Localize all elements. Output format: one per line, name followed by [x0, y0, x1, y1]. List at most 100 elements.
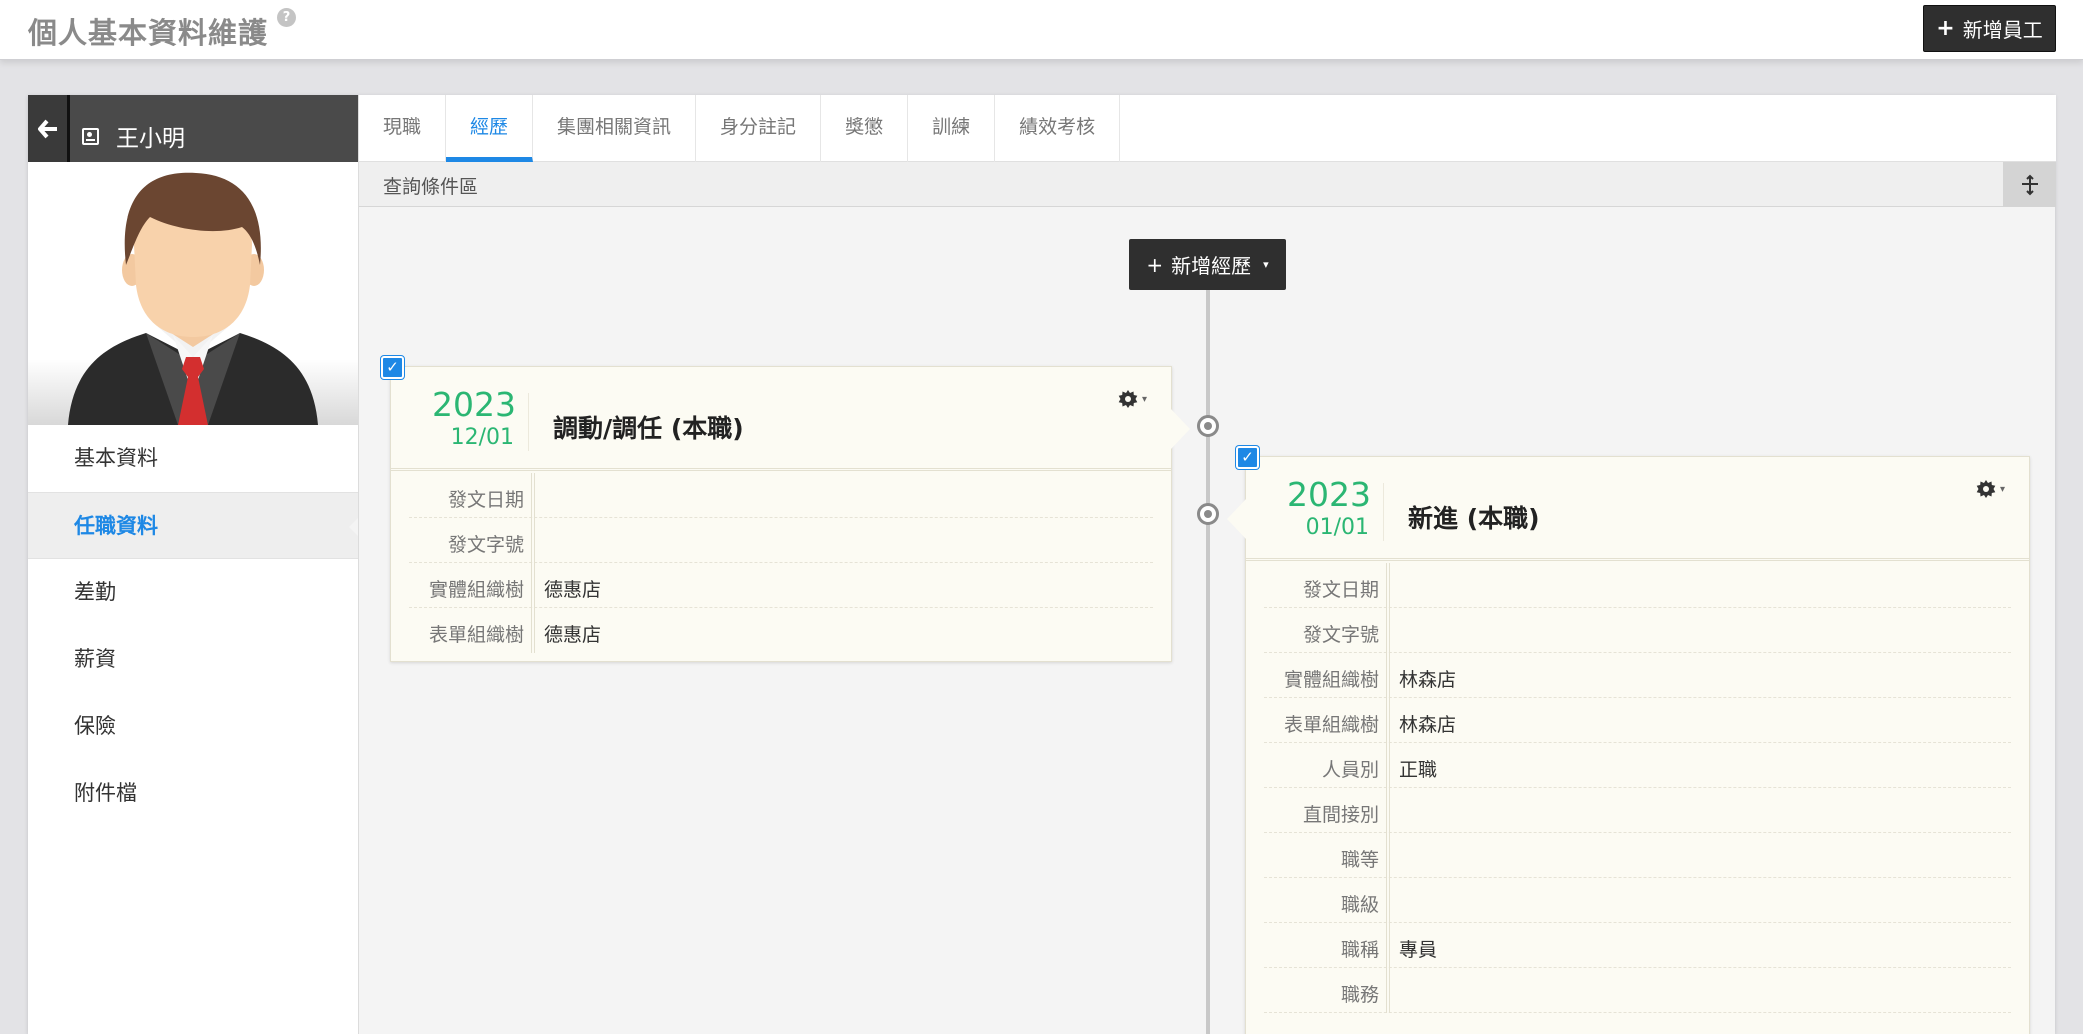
sidebar-item-attachments[interactable]: 附件檔: [28, 760, 358, 827]
field-value: 正職: [1399, 759, 1438, 781]
field-label: 人員別: [1321, 759, 1379, 781]
field-row: 發文日期: [409, 473, 1153, 518]
field-label: 實體組織樹: [428, 579, 524, 601]
field-separator: [1386, 968, 1390, 1013]
tab-rewards-penalties[interactable]: 獎懲: [821, 95, 909, 162]
top-header: 個人基本資料維護 ? + 新增員工: [0, 0, 2083, 60]
field-label: 表單組織樹: [428, 624, 524, 646]
field-row: 表單組織樹 德惠店: [409, 608, 1153, 653]
add-employee-button[interactable]: + 新增員工: [1923, 5, 2056, 52]
sidebar-item-basic-info[interactable]: 基本資料: [28, 425, 358, 492]
tab-current-position[interactable]: 現職: [359, 95, 447, 162]
field-label: 職稱: [1340, 939, 1379, 961]
card-date: 01/01: [1305, 515, 1369, 540]
field-row: 職等: [1264, 833, 2011, 878]
card-title: 新進 (本職): [1408, 504, 1540, 533]
field-label: 發文日期: [1302, 579, 1379, 601]
gear-icon: [1118, 390, 1138, 408]
field-label: 表單組織樹: [1283, 714, 1379, 736]
field-label: 實體組織樹: [1283, 669, 1379, 691]
employee-header: 王小明: [28, 95, 358, 162]
field-value: 林森店: [1399, 714, 1457, 736]
card-fields: 發文日期 發文字號 實體組織樹 德惠店 表單組織樹 德惠店: [409, 473, 1153, 653]
add-history-label: 新增經歷: [1171, 254, 1252, 278]
field-value: 德惠店: [544, 579, 602, 601]
timeline-dot: [1197, 415, 1219, 437]
field-row: 發文字號: [409, 518, 1153, 563]
expand-icon: [2021, 174, 2038, 195]
history-card: ✓ 2023 01/01 新進 (本職) ▾ 發文日期 發文字號 實體組織樹 林…: [1227, 446, 2030, 1034]
field-row: 職級: [1264, 878, 2011, 923]
caret-down-icon: ▾: [1263, 258, 1269, 271]
person-avatar-illustration: [68, 172, 318, 425]
field-row: 發文日期: [1264, 563, 2011, 608]
tab-group-info[interactable]: 集團相關資訊: [533, 95, 697, 162]
field-value: 德惠店: [544, 624, 602, 646]
help-icon[interactable]: ?: [277, 8, 296, 27]
field-row: 表單組織樹 林森店: [1264, 698, 2011, 743]
field-row: 實體組織樹 德惠店: [409, 563, 1153, 608]
add-history-button[interactable]: + 新增經歷 ▾: [1129, 239, 1286, 290]
field-separator: [1386, 878, 1390, 923]
expand-button[interactable]: [2003, 162, 2056, 207]
plus-icon: +: [1146, 252, 1164, 277]
field-label: 發文日期: [447, 489, 524, 511]
sidebar-item-insurance[interactable]: 保險: [28, 693, 358, 760]
card-settings-button[interactable]: ▾: [1118, 389, 1147, 409]
query-condition-label: 查詢條件區: [383, 176, 479, 198]
field-label: 發文字號: [447, 534, 524, 556]
tab-performance[interactable]: 績效考核: [995, 95, 1121, 162]
back-button[interactable]: [28, 95, 70, 162]
field-separator: [1386, 563, 1390, 608]
field-row: 直間接別: [1264, 788, 2011, 833]
sidebar-item-employment[interactable]: 任職資料: [28, 492, 359, 559]
avatar: [28, 162, 358, 425]
query-condition-bar[interactable]: 查詢條件區: [359, 162, 2056, 207]
tab-history[interactable]: 經歷: [446, 95, 534, 162]
add-employee-label: 新增員工: [1962, 18, 2043, 42]
field-separator: [531, 608, 535, 653]
field-separator: [531, 473, 535, 518]
card-header: 2023 01/01 新進 (本職) ▾: [1246, 457, 2029, 561]
gear-icon: [1976, 480, 1996, 498]
tab-bar: 現職 經歷 集團相關資訊 身分註記 獎懲 訓練 績效考核: [359, 95, 2056, 162]
card-year: 2023: [1287, 475, 1371, 514]
field-label: 職等: [1340, 849, 1379, 871]
arrow-left-icon: [37, 119, 57, 138]
card-year: 2023: [432, 385, 516, 424]
timeline-dot: [1197, 503, 1219, 525]
field-separator: [1386, 833, 1390, 878]
main-panel: 王小明 基本資料 任職資料 差勤 薪資 保險 附件檔 現職 經歷 集團相關資訊 …: [28, 95, 2056, 1034]
card-title: 調動/調任 (本職): [553, 414, 744, 443]
field-label: 職務: [1340, 984, 1379, 1006]
field-label: 發文字號: [1302, 624, 1379, 646]
card-settings-button[interactable]: ▾: [1976, 479, 2005, 499]
page-title: 個人基本資料維護: [28, 16, 269, 50]
card-date: 12/01: [450, 425, 514, 450]
field-row: 職務: [1264, 968, 2011, 1013]
sidebar-item-salary[interactable]: 薪資: [28, 626, 358, 693]
field-separator: [531, 563, 535, 608]
field-row: 人員別 正職: [1264, 743, 2011, 788]
divider: [528, 393, 529, 451]
card-pointer: [1227, 499, 1246, 539]
history-card: ✓ 2023 12/01 調動/調任 (本職) ▾ 發文日期 發文字號 實體組織…: [381, 356, 1190, 662]
card-header: 2023 12/01 調動/調任 (本職) ▾: [391, 367, 1171, 471]
tab-training[interactable]: 訓練: [908, 95, 996, 162]
field-label: 直間接別: [1302, 804, 1379, 826]
field-separator: [1386, 698, 1390, 743]
id-card-icon: [82, 128, 99, 145]
content-area: 現職 經歷 集團相關資訊 身分註記 獎懲 訓練 績效考核 查詢條件區 + 新增經…: [358, 95, 2056, 1034]
sidebar-item-attendance[interactable]: 差勤: [28, 559, 358, 626]
employee-name: 王小明: [116, 126, 185, 152]
field-separator: [1386, 608, 1390, 653]
field-row: 職稱 專員: [1264, 923, 2011, 968]
card-fields: 發文日期 發文字號 實體組織樹 林森店 表單組織樹 林森店 人員別 正職 直間接…: [1264, 563, 2011, 1013]
sidebar-nav: 基本資料 任職資料 差勤 薪資 保險 附件檔: [28, 425, 359, 827]
caret-down-icon: ▾: [1141, 393, 1147, 405]
field-separator: [1386, 788, 1390, 833]
tab-identity-notes[interactable]: 身分註記: [696, 95, 822, 162]
card-pointer: [1171, 409, 1190, 449]
caret-down-icon: ▾: [1999, 483, 2005, 495]
field-separator: [1386, 653, 1390, 698]
